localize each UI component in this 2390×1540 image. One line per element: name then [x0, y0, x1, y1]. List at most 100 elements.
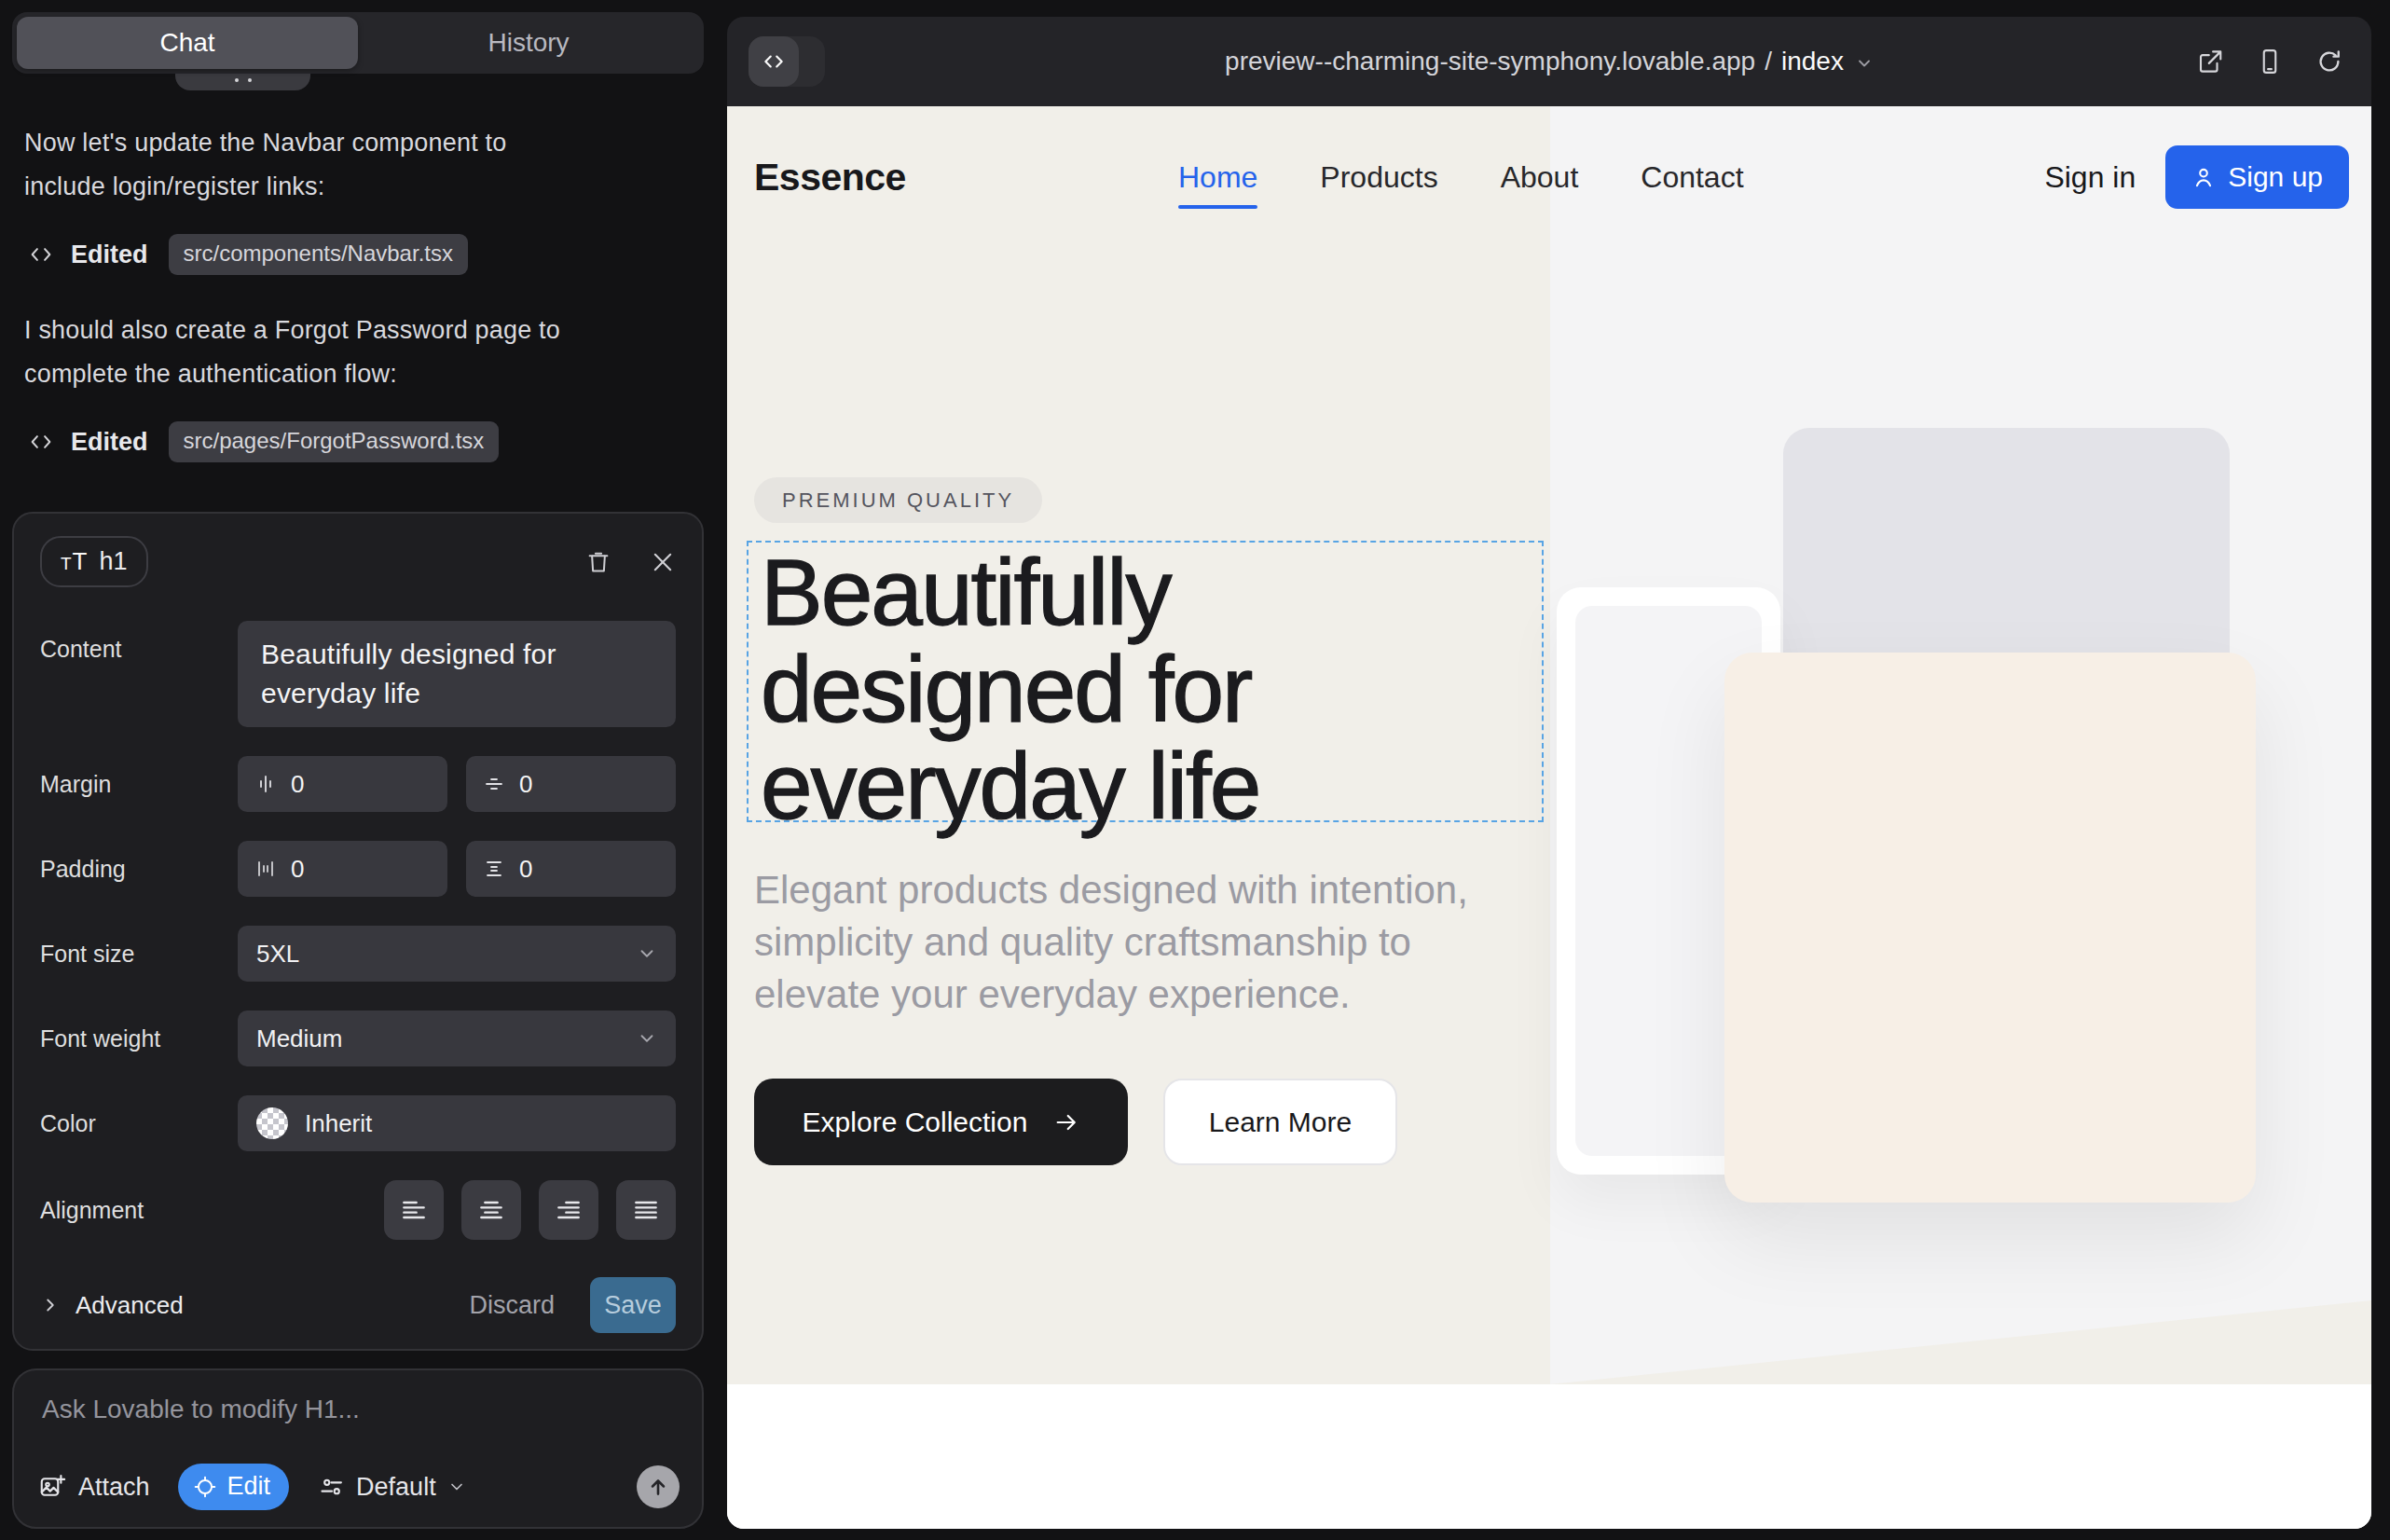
- font-size-select[interactable]: 5XL: [238, 926, 676, 982]
- color-row: Color Inherit: [40, 1095, 676, 1151]
- chevron-down-icon: [637, 1028, 657, 1049]
- align-right-button[interactable]: [539, 1180, 598, 1240]
- align-center-button[interactable]: [461, 1180, 521, 1240]
- send-button[interactable]: [637, 1465, 680, 1508]
- padding-row: Padding 0 0: [40, 841, 676, 897]
- url-separator: /: [1765, 47, 1772, 76]
- nav-link-products[interactable]: Products: [1320, 160, 1437, 195]
- premium-quality-badge: PREMIUM QUALITY: [754, 477, 1042, 523]
- edited-label: Edited: [71, 428, 148, 457]
- padding-y-icon: [483, 858, 505, 880]
- assistant-message: I should also create a Forgot Password p…: [24, 309, 593, 396]
- chevron-down-icon: [1855, 54, 1874, 73]
- hero-heading[interactable]: Beautifully designed for everyday life: [761, 543, 1259, 834]
- lovable-editor-app: Chat History Now let's update the Navbar…: [0, 0, 2390, 1540]
- padding-x-icon: [254, 858, 277, 880]
- type-icon: TT: [61, 547, 89, 576]
- alignment-label: Alignment: [40, 1197, 238, 1224]
- sign-up-button[interactable]: Sign up: [2165, 145, 2349, 209]
- image-plus-icon: [38, 1473, 66, 1501]
- alignment-row: Alignment: [40, 1180, 676, 1240]
- font-weight-label: Font weight: [40, 1025, 238, 1052]
- composer-toolbar: Attach Edit Default: [38, 1464, 680, 1510]
- chat-composer[interactable]: Ask Lovable to modify H1... Attach Edit …: [12, 1368, 704, 1529]
- preview-topbar: preview--charming-site-symphony.lovable.…: [727, 17, 2371, 106]
- site-logo[interactable]: Essence: [754, 156, 906, 199]
- sliders-icon: [319, 1474, 345, 1500]
- margin-row: Margin 0 0: [40, 756, 676, 812]
- preview-url[interactable]: preview--charming-site-symphony.lovable.…: [727, 17, 2371, 106]
- edited-label: Edited: [71, 241, 148, 269]
- chevron-right-icon: [40, 1295, 61, 1315]
- padding-y-input[interactable]: 0: [466, 841, 676, 897]
- default-model-button[interactable]: Default: [319, 1473, 466, 1502]
- explore-collection-button[interactable]: Explore Collection: [754, 1079, 1128, 1165]
- code-icon: [28, 429, 54, 455]
- target-icon: [193, 1475, 217, 1499]
- close-icon[interactable]: [650, 549, 676, 575]
- font-weight-select[interactable]: Medium: [238, 1011, 676, 1066]
- color-select[interactable]: Inherit: [238, 1095, 676, 1151]
- hero-card-cream: [1724, 653, 2256, 1203]
- preview-panel: preview--charming-site-symphony.lovable.…: [727, 17, 2371, 1529]
- hero-background-wedge: [1550, 1300, 2371, 1384]
- content-input[interactable]: Beautifully designed for everyday life: [238, 621, 676, 727]
- align-left-button[interactable]: [384, 1180, 444, 1240]
- url-domain: preview--charming-site-symphony.lovable.…: [1225, 47, 1755, 76]
- trash-icon[interactable]: [584, 548, 612, 576]
- user-icon: [2191, 165, 2216, 189]
- font-size-label: Font size: [40, 941, 238, 968]
- tab-chat[interactable]: Chat: [17, 17, 358, 69]
- hero-paragraph[interactable]: Elegant products designed with intention…: [754, 864, 1500, 1021]
- sign-in-link[interactable]: Sign in: [2044, 160, 2136, 195]
- file-chip[interactable]: src/pages/ForgotPassword.tsx: [169, 421, 500, 462]
- file-chip[interactable]: src/components/Navbar.tsx: [169, 234, 468, 275]
- chevron-down-icon: [637, 943, 657, 964]
- advanced-toggle[interactable]: Advanced: [40, 1291, 184, 1320]
- element-selection-outline: Beautifully designed for everyday life: [747, 541, 1544, 822]
- margin-y-icon: [483, 773, 505, 795]
- margin-y-input[interactable]: 0: [466, 756, 676, 812]
- chat-sidebar: Chat History Now let's update the Navbar…: [0, 0, 725, 1540]
- learn-more-button[interactable]: Learn More: [1163, 1079, 1397, 1165]
- margin-x-input[interactable]: 0: [238, 756, 447, 812]
- chat-messages: Now let's update the Navbar component to…: [24, 121, 593, 496]
- edited-file-row: Edited src/components/Navbar.tsx: [24, 234, 593, 275]
- color-label: Color: [40, 1110, 238, 1137]
- padding-label: Padding: [40, 856, 238, 883]
- composer-placeholder[interactable]: Ask Lovable to modify H1...: [42, 1395, 674, 1424]
- element-tag-name: h1: [100, 547, 128, 576]
- site-nav-links: Home Products About Contact: [1178, 126, 1744, 228]
- editor-header: TT h1: [40, 536, 676, 587]
- site-canvas: Essence Home Products About Contact Sign…: [727, 106, 2371, 1529]
- refresh-icon[interactable]: [2315, 48, 2343, 76]
- open-in-new-icon[interactable]: [2196, 48, 2224, 76]
- discard-button[interactable]: Discard: [469, 1291, 555, 1320]
- align-justify-button[interactable]: [616, 1180, 676, 1240]
- font-weight-row: Font weight Medium: [40, 1011, 676, 1066]
- nav-link-home[interactable]: Home: [1178, 160, 1257, 195]
- margin-label: Margin: [40, 771, 238, 798]
- code-icon: [28, 241, 54, 268]
- attach-button[interactable]: Attach: [38, 1473, 150, 1502]
- edited-file-row: Edited src/pages/ForgotPassword.tsx: [24, 421, 593, 462]
- section-below: [727, 1384, 2371, 1529]
- mobile-device-icon[interactable]: [2256, 48, 2284, 76]
- element-tag-chip[interactable]: TT h1: [40, 536, 148, 587]
- font-size-row: Font size 5XL: [40, 926, 676, 982]
- chevron-down-icon: [447, 1478, 466, 1496]
- advanced-row: Advanced Discard Save: [40, 1277, 676, 1333]
- url-page: index: [1781, 47, 1844, 76]
- assistant-message: Now let's update the Navbar component to…: [24, 121, 593, 209]
- nav-link-contact[interactable]: Contact: [1641, 160, 1743, 195]
- transparency-swatch-icon: [256, 1107, 288, 1139]
- hero-cta-row: Explore Collection Learn More: [754, 1079, 1397, 1165]
- nav-link-about[interactable]: About: [1501, 160, 1579, 195]
- tab-history[interactable]: History: [358, 17, 699, 69]
- save-button[interactable]: Save: [590, 1277, 676, 1333]
- content-label: Content: [40, 636, 238, 663]
- ellipsis-icon: [235, 78, 252, 82]
- padding-x-input[interactable]: 0: [238, 841, 447, 897]
- site-navbar: Essence Home Products About Contact Sign…: [727, 126, 2371, 228]
- edit-mode-button[interactable]: Edit: [178, 1464, 290, 1510]
